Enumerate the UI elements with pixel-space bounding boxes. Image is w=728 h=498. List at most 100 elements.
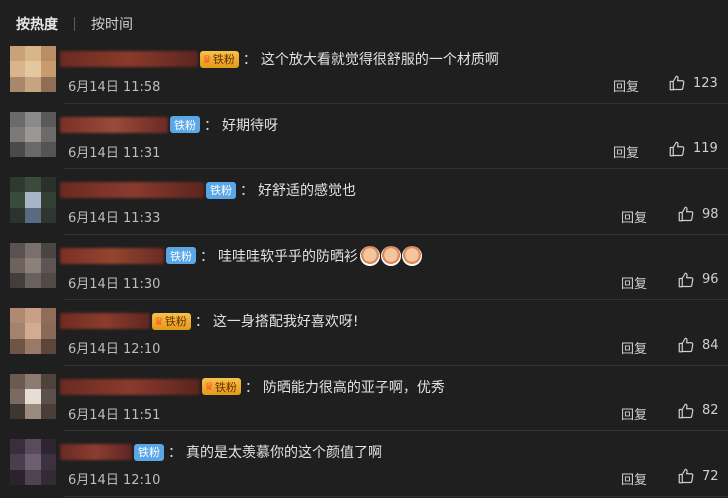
comment-text: 这个放大看就觉得很舒服的一个材质啊 (260, 52, 499, 68)
thumbs-up-icon (678, 272, 694, 287)
colon-separator: ： (204, 117, 218, 134)
comment-line: 铁粉 ：好舒适的感觉也 (60, 179, 356, 201)
colon-separator: ： (242, 52, 257, 68)
comment-line: 铁粉 ：哇哇哇软乎乎的防晒衫 (60, 245, 423, 267)
like-count: 72 (702, 468, 719, 484)
username-blurred[interactable] (60, 444, 132, 460)
thumbs-up-icon (678, 206, 694, 222)
comment-line: ♛ 铁粉：这个放大看就觉得很舒服的一个材质啊 (60, 48, 499, 70)
fan-badge: 铁粉 (170, 116, 200, 133)
comment-item: ♛ 铁粉：这一身搭配我好喜欢呀! 6月14日 12:10 回复 84 (0, 300, 728, 366)
like-count: 82 (702, 403, 719, 418)
comment-time: 6月14日 12:10 (68, 473, 161, 488)
reply-button[interactable]: 回复 (613, 76, 639, 95)
comment-item: 铁粉 ：哇哇哇软乎乎的防晒衫 6月14日 11:30 回复 96 (0, 235, 728, 300)
comment-time: 6月14日 11:30 (68, 276, 161, 292)
fan-badge: ♛ 铁粉 (200, 50, 239, 68)
comment-line: 铁粉 ：真的是太羡慕你的这个颜值了啊 (60, 441, 382, 463)
username-blurred[interactable] (60, 116, 168, 133)
like-button[interactable]: 96 (677, 271, 719, 289)
like-count: 123 (693, 75, 718, 91)
tab-by-time[interactable]: 按时间 (91, 14, 133, 34)
username-blurred[interactable] (60, 378, 200, 395)
avatar[interactable] (10, 177, 56, 223)
comment-time: 6月14日 11:31 (68, 145, 161, 161)
comment-item: 铁粉 ：好舒适的感觉也 6月14日 11:33 回复 98 (0, 169, 728, 235)
comment-text: 好舒适的感觉也 (258, 183, 356, 199)
comment-item: ♛ 铁粉：防晒能力很高的亚子啊，优秀 6月14日 11:51 回复 82 (0, 366, 728, 431)
comment-line: ♛ 铁粉：防晒能力很高的亚子啊，优秀 (60, 376, 445, 398)
reply-button[interactable]: 回复 (621, 469, 647, 488)
reply-button[interactable]: 回复 (621, 207, 647, 226)
comment-text: 真的是太羡慕你的这个颜值了啊 (186, 445, 382, 461)
like-count: 84 (702, 337, 719, 353)
colon-separator: ： (240, 183, 254, 199)
face-sticker-icon (381, 245, 401, 266)
thumbs-up-icon (678, 337, 694, 353)
fan-badge-label: 铁粉 (212, 53, 235, 66)
comment-item: 铁粉 ：真的是太羡慕你的这个颜值了啊 6月14日 12:10 回复 72 (0, 431, 728, 497)
avatar[interactable] (10, 242, 56, 289)
username-blurred[interactable] (60, 182, 204, 198)
like-button[interactable]: 98 (677, 205, 719, 223)
comment-text: 好期待呀 (222, 117, 278, 134)
crown-icon: ♛ (204, 380, 214, 393)
row-divider (64, 495, 728, 497)
comment-list: ♛ 铁粉：这个放大看就觉得很舒服的一个材质啊 6月14日 11:58 回复 123 铁粉：… (0, 38, 728, 497)
fan-badge: ♛ 铁粉 (202, 378, 241, 395)
username-blurred[interactable] (60, 51, 198, 67)
crown-icon: ♛ (154, 314, 164, 328)
thumbs-up-icon (669, 75, 685, 91)
comment-time: 6月14日 11:58 (68, 80, 161, 95)
emoji-stickers (360, 245, 423, 266)
username-blurred[interactable] (60, 313, 150, 329)
comment-time: 6月14日 12:10 (68, 342, 161, 357)
face-sticker-icon (402, 245, 422, 266)
comment-text: 哇哇哇软乎乎的防晒衫 (218, 248, 358, 265)
comment-text: 防晒能力很高的亚子啊，优秀 (262, 379, 445, 396)
comment-line: ♛ 铁粉：这一身搭配我好喜欢呀! (60, 310, 359, 332)
tab-divider (74, 17, 75, 31)
like-count: 119 (693, 141, 718, 156)
username-blurred[interactable] (60, 247, 164, 264)
reply-button[interactable]: 回复 (621, 404, 647, 423)
fan-badge-label: 铁粉 (214, 380, 237, 394)
tab-by-popularity[interactable]: 按热度 (16, 14, 58, 34)
fan-badge-label: 铁粉 (138, 446, 160, 459)
avatar[interactable] (10, 46, 56, 92)
like-button[interactable]: 82 (677, 402, 719, 420)
comment-line: 铁粉 ：好期待呀 (60, 114, 278, 136)
avatar[interactable] (10, 111, 56, 158)
like-count: 96 (702, 272, 719, 287)
avatar[interactable] (10, 439, 56, 485)
fan-badge: 铁粉 (206, 181, 236, 199)
like-count: 98 (702, 206, 719, 222)
like-button[interactable]: 84 (677, 336, 719, 354)
comment-time: 6月14日 11:33 (68, 211, 161, 226)
like-button[interactable]: 123 (668, 74, 718, 92)
colon-separator: ： (244, 379, 259, 396)
avatar[interactable] (10, 308, 56, 354)
colon-separator: ： (200, 248, 214, 265)
comment-item: ♛ 铁粉：这个放大看就觉得很舒服的一个材质啊 6月14日 11:58 回复 123 (0, 38, 728, 104)
reply-button[interactable]: 回复 (613, 142, 639, 161)
fan-badge-label: 铁粉 (170, 249, 192, 263)
avatar[interactable] (10, 373, 56, 420)
fan-badge: 铁粉 (166, 247, 196, 264)
like-button[interactable]: 119 (668, 140, 718, 158)
reply-button[interactable]: 回复 (621, 273, 647, 292)
face-sticker-icon (360, 245, 380, 266)
fan-badge: ♛ 铁粉 (152, 312, 191, 330)
comment-item: 铁粉 ：好期待呀 6月14日 11:31 回复 119 (0, 104, 728, 169)
thumbs-up-icon (678, 468, 694, 484)
fan-badge-label: 铁粉 (174, 118, 196, 132)
fan-badge-label: 铁粉 (210, 184, 232, 197)
thumbs-up-icon (669, 141, 685, 156)
crown-icon: ♛ (202, 52, 212, 66)
thumbs-up-icon (678, 403, 694, 418)
fan-badge-label: 铁粉 (164, 315, 187, 328)
reply-button[interactable]: 回复 (621, 338, 647, 357)
like-button[interactable]: 72 (677, 467, 719, 485)
sort-tabs: 按热度 按时间 (16, 12, 151, 36)
fan-badge: 铁粉 (134, 443, 164, 461)
